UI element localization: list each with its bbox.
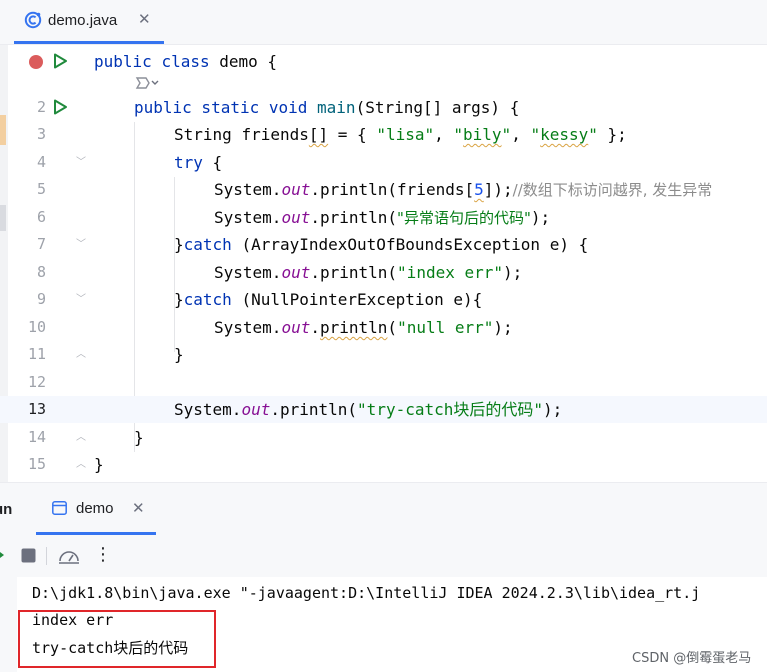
highlight-box: [18, 610, 216, 668]
tab-label: demo.java: [48, 12, 118, 29]
profiler-icon[interactable]: [58, 547, 80, 565]
close-icon[interactable]: ✕: [132, 499, 145, 517]
console-icon: [52, 501, 67, 515]
stop-icon[interactable]: [21, 548, 36, 563]
main-declaration: public static void main(String[] args) {: [134, 98, 520, 117]
run-tool-window-header: un demo ✕: [0, 482, 767, 535]
code-line-2: 2 public static void main(String[] args)…: [0, 94, 767, 121]
code-line-12: 12: [27, 373, 46, 391]
console-gutter: [0, 577, 17, 672]
class-declaration: public class demo {: [94, 52, 278, 71]
run-tool-window-title: un: [0, 501, 13, 518]
run-gutter-icon[interactable]: [52, 53, 68, 69]
run-tab-label: demo: [76, 500, 114, 517]
rerun-icon[interactable]: [0, 547, 6, 563]
console-line-command: D:\jdk1.8\bin\java.exe "-javaagent:D:\In…: [32, 584, 701, 602]
code-line-8: 8 System.out.println("index err");: [36, 263, 523, 282]
fold-icon[interactable]: ﹀: [76, 231, 86, 258]
breakpoint-icon[interactable]: [28, 54, 44, 70]
tab-demo-java[interactable]: demo.java ✕: [14, 0, 164, 44]
active-tab-indicator: [14, 41, 164, 44]
code-line-10: 10 System.out.println("null err");: [27, 318, 513, 337]
run-tab-demo[interactable]: demo ✕: [36, 483, 156, 535]
more-options-icon[interactable]: ⋮: [94, 544, 112, 565]
code-line-5: 5 System.out.println(friends[5]);//数组下标访…: [36, 180, 713, 199]
run-toolbar: ⋮: [0, 535, 767, 577]
code-line-9: 9 ﹀ }catch (NullPointerException e){: [0, 286, 767, 313]
ai-assistant-icon[interactable]: [134, 75, 160, 91]
code-line-14: 14 ︿ }: [0, 424, 767, 451]
code-line-6: 6 System.out.println("异常语句后的代码");: [36, 208, 551, 227]
code-line-11: 11 ︿ }: [0, 341, 767, 368]
fold-icon[interactable]: ︿: [76, 451, 86, 478]
code-line-13-current: 13 System.out.println("try-catch块后的代码");: [0, 396, 767, 423]
code-line-15: 15 ︿ }: [0, 451, 767, 478]
code-line-1: public class demo {: [0, 48, 767, 75]
fold-icon[interactable]: ︿: [76, 341, 86, 368]
close-icon[interactable]: ✕: [138, 10, 151, 28]
fold-icon[interactable]: ﹀: [76, 286, 86, 313]
inlay-hint-row: [0, 72, 767, 94]
run-gutter-icon[interactable]: [52, 99, 68, 115]
toolbar-divider: [46, 547, 47, 565]
editor-tab-bar: demo.java ✕: [0, 0, 767, 45]
java-class-icon: [24, 11, 42, 29]
code-line-4: 4 ﹀ try {: [0, 149, 767, 176]
code-line-3: 3 String friends[] = { "lisa", "bily", "…: [36, 125, 627, 144]
code-line-7: 7 ﹀ }catch (ArrayIndexOutOfBoundsExcepti…: [0, 231, 767, 258]
watermark: CSDN @倒霉蛋老马: [632, 651, 752, 666]
fold-icon[interactable]: ﹀: [76, 149, 86, 176]
fold-icon[interactable]: ︿: [76, 424, 86, 451]
